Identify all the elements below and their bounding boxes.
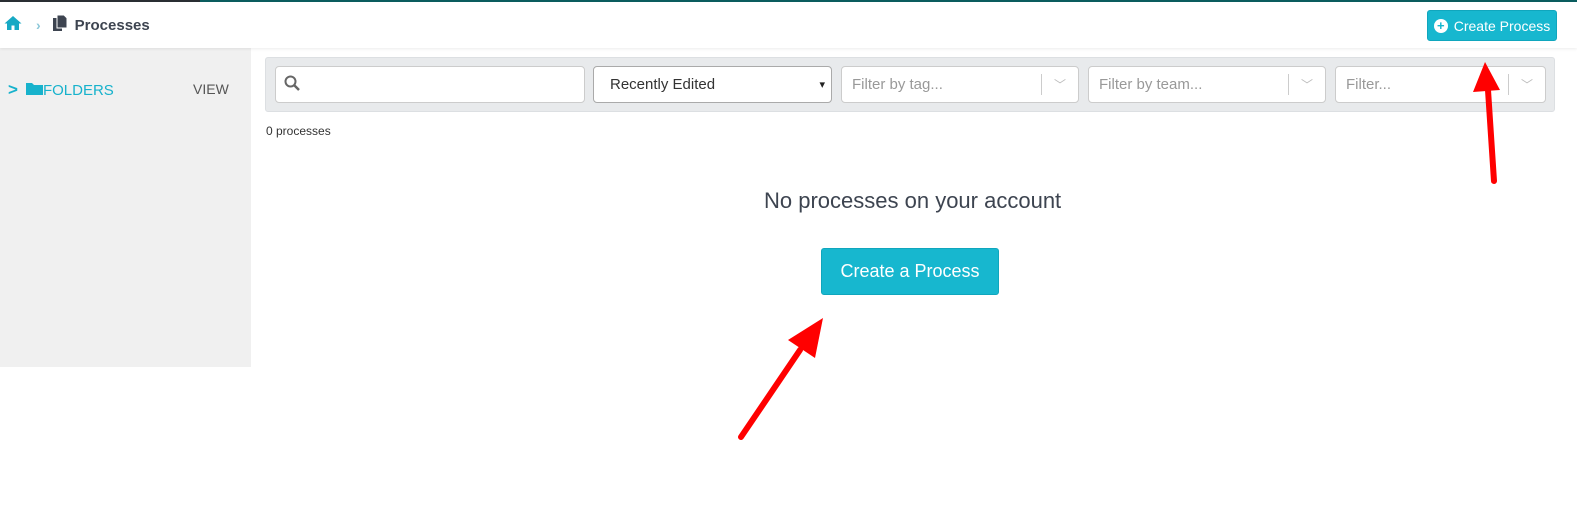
arrow-to-create-process [1473, 62, 1500, 184]
arrow-to-create-a-process [738, 318, 823, 440]
annotation-arrows [738, 62, 1500, 440]
